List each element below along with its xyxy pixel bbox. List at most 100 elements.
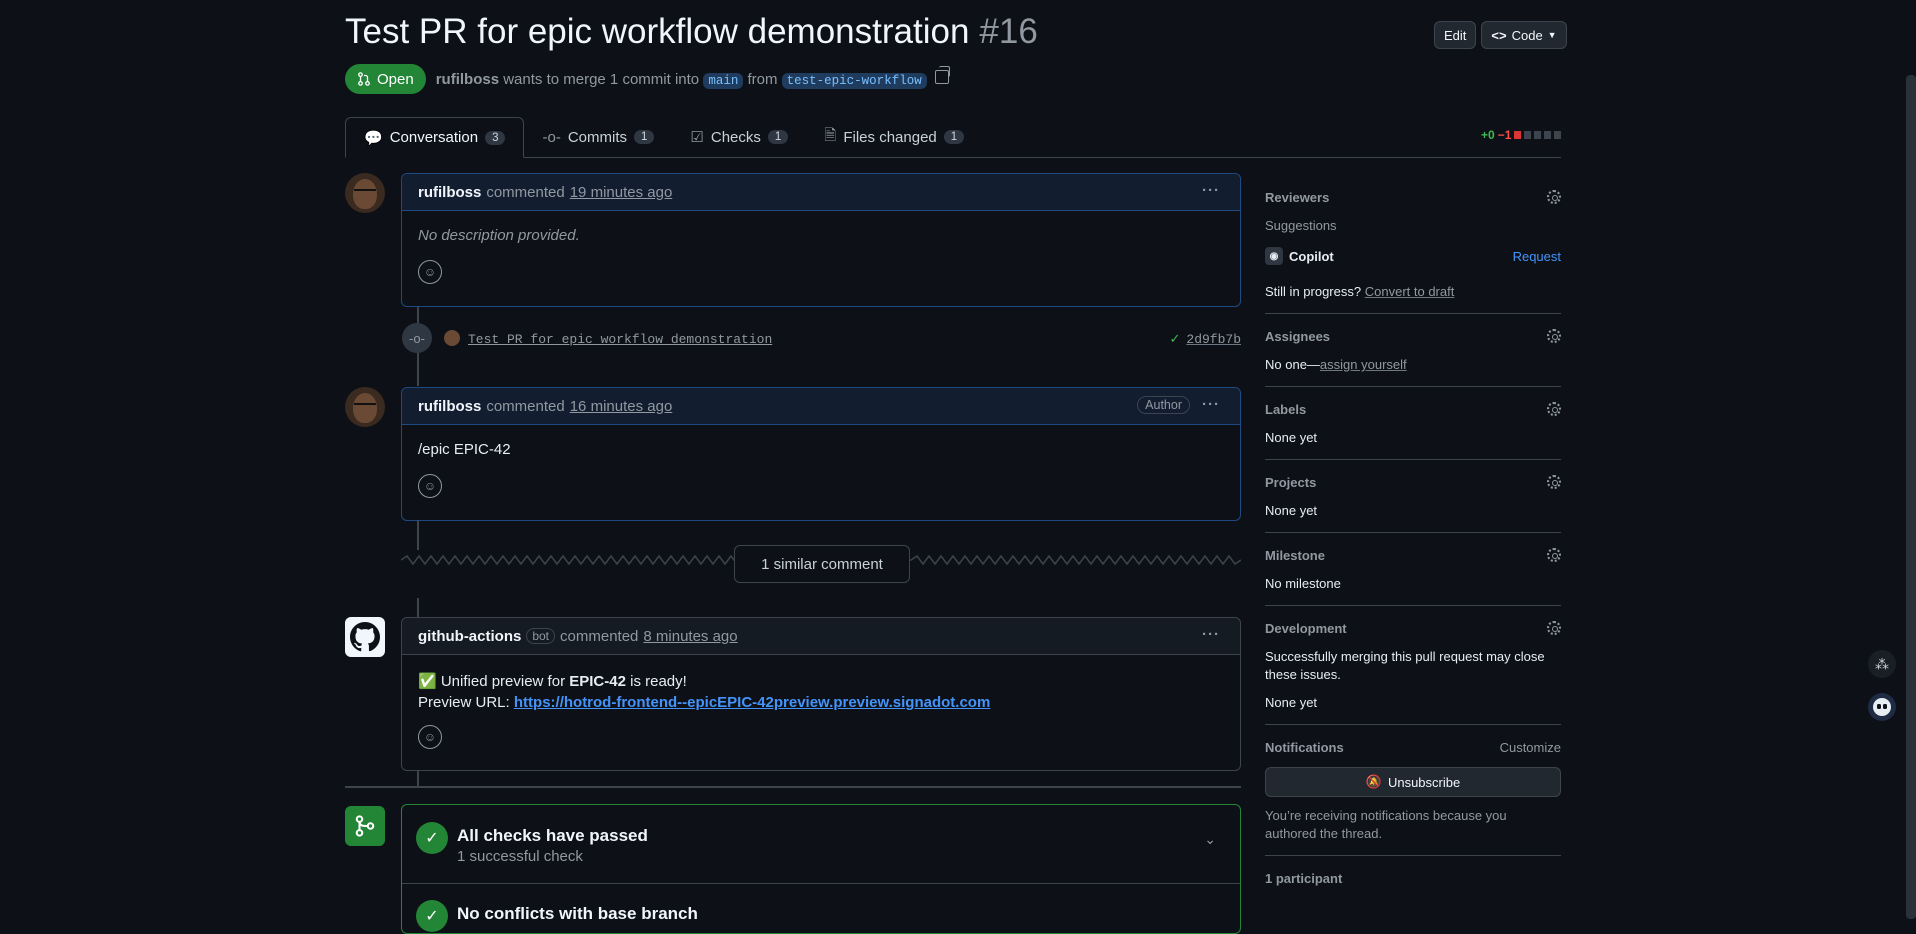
pr-title-text: Test PR for epic workflow demonstration — [345, 12, 970, 51]
from-text: from — [747, 71, 778, 88]
github-actions-avatar[interactable] — [345, 617, 385, 657]
caret-down-icon: ▼ — [1547, 30, 1557, 40]
timeline-line — [417, 598, 419, 618]
section-title: Labels — [1265, 401, 1307, 417]
tab-label: Conversation — [389, 129, 479, 146]
edit-label: Edit — [1444, 27, 1467, 43]
tab-label: Files changed — [843, 128, 937, 146]
projects-section: Projects None yet — [1265, 472, 1561, 533]
kebab-menu-icon[interactable]: ··· — [1202, 626, 1220, 643]
section-title: Assignees — [1265, 328, 1331, 344]
apps-icon[interactable]: ⁂ — [1868, 650, 1896, 678]
suggestions-label: Suggestions — [1265, 218, 1337, 233]
convert-to-draft-link[interactable]: Convert to draft — [1365, 284, 1455, 299]
comment-action: commented — [486, 183, 565, 201]
tab-conversation[interactable]: 💬 Conversation 3 — [345, 117, 525, 158]
hidden-items: 1 similar comment — [401, 544, 1241, 583]
edit-button[interactable]: Edit — [1434, 21, 1477, 49]
bell-slash-icon: 🔕 — [1365, 774, 1382, 789]
commit-message[interactable]: Test PR for epic workflow demonstration — [468, 332, 772, 347]
similar-comment-button[interactable]: 1 similar comment — [734, 545, 910, 583]
unsubscribe-button[interactable]: 🔕 Unsubscribe — [1265, 767, 1561, 797]
github-mark-icon — [350, 622, 380, 652]
gear-icon[interactable] — [1547, 190, 1561, 204]
notifications-desc: You’re receiving notifications because y… — [1265, 808, 1507, 841]
gear-icon[interactable] — [1547, 402, 1561, 416]
check-icon[interactable]: ✓ — [1169, 332, 1180, 347]
diff-block — [1524, 131, 1532, 139]
avatar[interactable] — [444, 330, 460, 346]
scrollbar[interactable] — [1906, 75, 1916, 919]
comment-date[interactable]: 16 minutes ago — [570, 398, 673, 415]
comment-author[interactable]: rufilboss — [418, 184, 481, 201]
milestone-value: No milestone — [1265, 576, 1341, 591]
check-circle-icon: ✓ — [416, 900, 448, 932]
customize-link[interactable]: Customize — [1500, 740, 1561, 755]
timeline-line — [417, 770, 419, 786]
development-section: Development Successfully merging this pu… — [1265, 618, 1561, 725]
author-badge: Author — [1137, 396, 1190, 414]
line-text: ✅ Unified preview for — [418, 673, 566, 690]
tab-files-changed[interactable]: 🗎 Files changed 1 — [806, 117, 982, 157]
request-review-button[interactable]: Request — [1513, 249, 1561, 264]
chevron-down-icon[interactable]: ⌄ — [1204, 831, 1216, 848]
tab-counter: 1 — [767, 130, 789, 144]
comment-date[interactable]: 19 minutes ago — [570, 184, 673, 201]
comment-2: rufilboss commented 16 minutes ago Autho… — [401, 387, 1241, 521]
commit-sha[interactable]: 2d9fb7b — [1186, 332, 1241, 347]
bot-badge: bot — [526, 628, 556, 644]
git-commit-icon: -o- — [402, 323, 432, 353]
pr-number: #16 — [979, 12, 1038, 51]
smiley-icon[interactable]: ☺ — [418, 474, 442, 498]
comment-author[interactable]: rufilboss — [418, 398, 481, 415]
section-title: Milestone — [1265, 547, 1325, 563]
base-branch[interactable]: main — [703, 73, 744, 89]
comment-date[interactable]: 8 minutes ago — [643, 628, 737, 645]
tab-checks[interactable]: ☑ Checks 1 — [672, 117, 806, 157]
diff-additions: +0 — [1481, 128, 1495, 142]
diff-block — [1514, 131, 1522, 139]
merge-box: ✓ All checks have passed 1 successful ch… — [401, 804, 1241, 934]
head-branch[interactable]: test-epic-workflow — [781, 73, 927, 89]
gear-icon[interactable] — [1547, 329, 1561, 343]
diff-block — [1554, 131, 1562, 139]
check-circle-icon: ✓ — [416, 822, 448, 854]
assign-yourself-link[interactable]: assign yourself — [1320, 357, 1407, 372]
gear-icon[interactable] — [1547, 621, 1561, 635]
code-icon: <> — [1491, 27, 1507, 43]
comment-3: github-actions bot commented 8 minutes a… — [401, 617, 1241, 771]
avatar[interactable] — [345, 173, 385, 213]
smiley-icon[interactable]: ☺ — [418, 260, 442, 284]
progress-text: Still in progress? — [1265, 284, 1362, 299]
page-title: Test PR for epic workflow demonstration #… — [345, 12, 1038, 52]
epic-id: EPIC-42 — [569, 673, 626, 690]
comment-author[interactable]: github-actions — [418, 628, 521, 645]
tab-counter: 1 — [634, 130, 655, 144]
avatar[interactable] — [345, 387, 385, 427]
tab-commits[interactable]: -o- Commits 1 — [524, 117, 672, 157]
copilot-chat-icon[interactable] — [1868, 693, 1896, 721]
pr-tabs: 💬 Conversation 3 -o- Commits 1 ☑ Checks … — [345, 117, 1561, 158]
preview-url-link[interactable]: https://hotrod-frontend--epicEPIC-42prev… — [514, 694, 990, 711]
header-actions: Edit <> Code ▼ — [1434, 21, 1567, 49]
merge-text: wants to merge 1 commit into — [503, 71, 700, 88]
copilot-icon: ◉ — [1265, 247, 1283, 265]
code-button[interactable]: <> Code ▼ — [1481, 21, 1567, 49]
gear-icon[interactable] — [1547, 548, 1561, 562]
file-diff-icon: 🗎 — [824, 126, 837, 144]
divider — [402, 883, 1240, 884]
timeline-separator — [345, 786, 1241, 788]
commit-row: -o- Test PR for epic workflow demonstrat… — [401, 323, 1241, 353]
section-title: Development — [1265, 620, 1347, 636]
code-label: Code — [1511, 27, 1543, 43]
pr-author-link[interactable]: rufilboss — [436, 71, 499, 88]
milestone-section: Milestone No milestone — [1265, 545, 1561, 606]
gear-icon[interactable] — [1547, 475, 1561, 489]
kebab-menu-icon[interactable]: ··· — [1202, 396, 1220, 413]
checklist-icon: ☑ — [690, 129, 704, 146]
kebab-menu-icon[interactable]: ··· — [1202, 182, 1220, 199]
copy-icon[interactable] — [934, 66, 950, 84]
smiley-icon[interactable]: ☺ — [418, 725, 442, 749]
pr-state-row: Open rufilboss wants to merge 1 commit i… — [345, 64, 950, 94]
tab-label: Checks — [710, 128, 761, 146]
